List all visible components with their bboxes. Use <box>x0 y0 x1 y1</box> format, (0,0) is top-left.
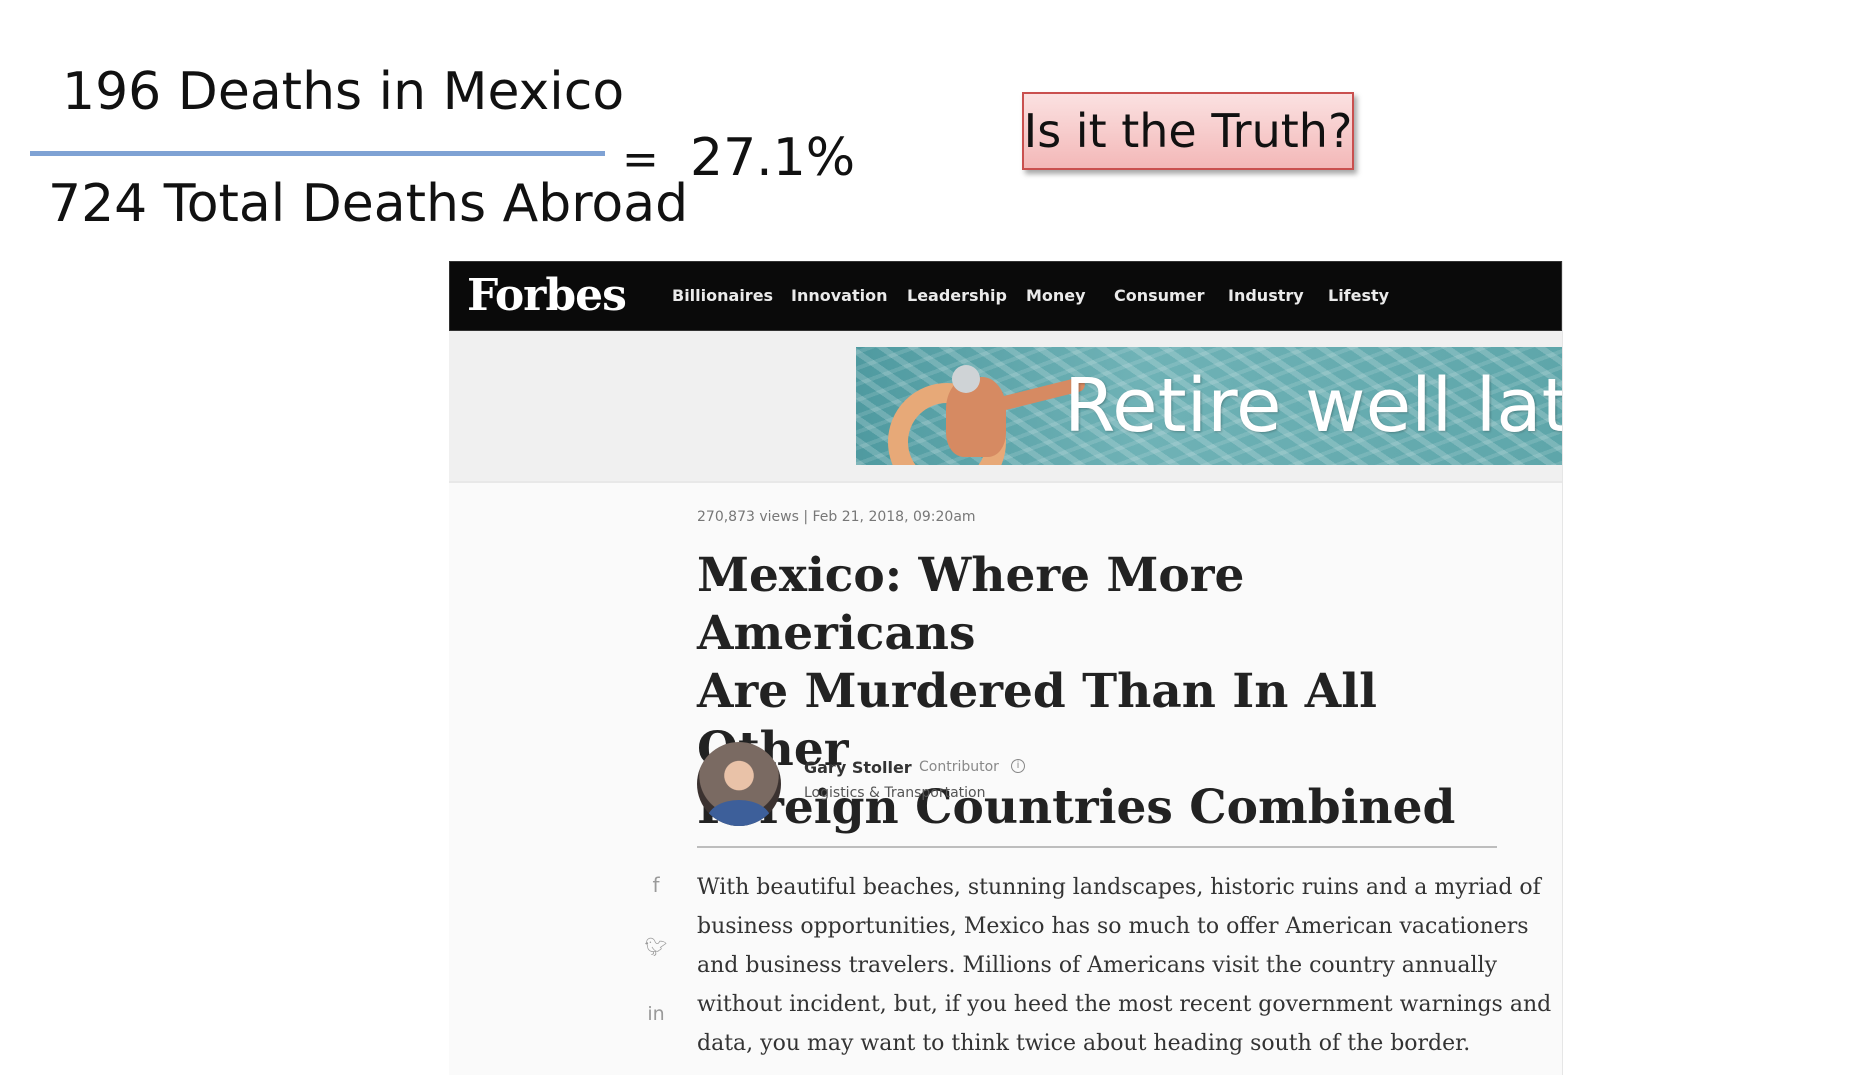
percentage-result: 27.1% <box>690 128 856 188</box>
nav-item-lifestyle[interactable]: Lifesty <box>1328 286 1389 305</box>
nav-item-consumer[interactable]: Consumer <box>1114 286 1204 305</box>
byline-divider <box>697 846 1497 848</box>
facebook-icon[interactable]: f <box>644 873 668 897</box>
forbes-logo[interactable]: Forbes <box>467 270 627 321</box>
author-avatar[interactable] <box>697 742 781 826</box>
swimmer-head-image <box>952 365 980 393</box>
body-line: and business travelers. Millions of Amer… <box>697 953 1498 978</box>
author-topic[interactable]: Logistics & Transportation <box>804 785 985 801</box>
forbes-nav-bar: Forbes Billionaires Innovation Leadershi… <box>449 261 1562 331</box>
avatar-shoulders <box>707 800 771 826</box>
twitter-icon[interactable]: 🐦︎ <box>644 937 668 958</box>
swimmer-image <box>946 377 1006 457</box>
nav-item-leadership[interactable]: Leadership <box>907 286 1007 305</box>
ad-banner[interactable]: Retire well late <box>856 347 1562 465</box>
info-icon[interactable]: i <box>1011 759 1025 773</box>
author-role: Contributor <box>919 759 999 775</box>
fraction-denominator: 724 Total Deaths Abroad <box>48 174 689 234</box>
linkedin-icon[interactable]: in <box>644 1003 668 1025</box>
equals-sign: = <box>622 134 659 185</box>
fraction-bar <box>30 151 605 156</box>
body-line: data, you may want to think twice about … <box>697 1031 1471 1056</box>
headline-line: Mexico: Where More Americans <box>697 548 1245 661</box>
ad-area: Retire well late <box>449 331 1562 483</box>
body-line: business opportunities, Mexico has so mu… <box>697 914 1529 939</box>
truth-callout: Is it the Truth? <box>1022 92 1354 170</box>
forbes-article-screenshot: Forbes Billionaires Innovation Leadershi… <box>449 261 1563 1075</box>
ad-headline: Retire well late <box>1064 363 1562 449</box>
article-meta: 270,873 views | Feb 21, 2018, 09:20am <box>697 509 976 525</box>
nav-item-industry[interactable]: Industry <box>1228 286 1304 305</box>
nav-item-billionaires[interactable]: Billionaires <box>672 286 773 305</box>
nav-item-money[interactable]: Money <box>1026 286 1086 305</box>
article-body: With beautiful beaches, stunning landsca… <box>697 868 1552 1063</box>
fraction-numerator: 196 Deaths in Mexico <box>62 62 625 122</box>
nav-item-innovation[interactable]: Innovation <box>791 286 887 305</box>
body-line: without incident, but, if you heed the m… <box>697 992 1552 1017</box>
author-name[interactable]: Gary Stoller <box>804 758 912 777</box>
body-line: With beautiful beaches, stunning landsca… <box>697 875 1541 900</box>
